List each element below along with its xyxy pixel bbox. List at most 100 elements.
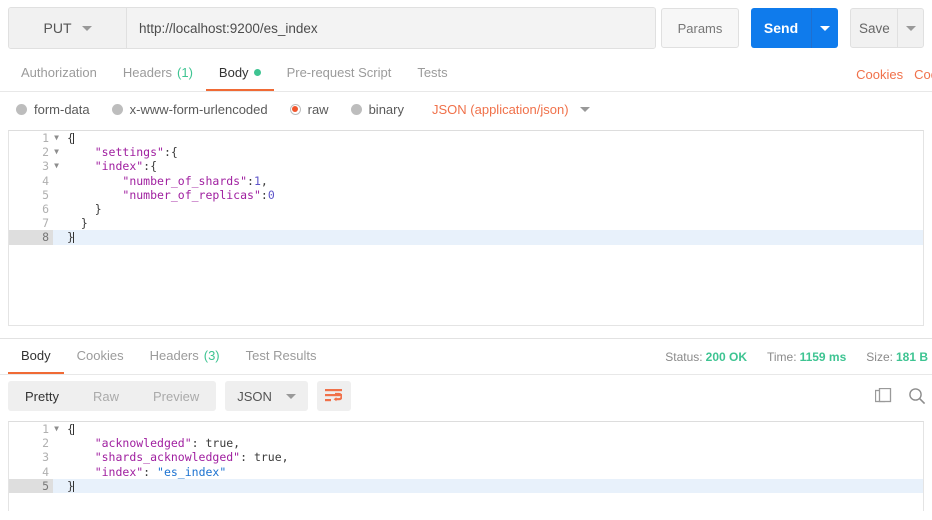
content-type-label: JSON (application/json) — [432, 101, 569, 117]
params-label: Params — [677, 20, 723, 36]
size-meta: Size: 181 B — [866, 350, 928, 364]
http-method-select[interactable]: PUT — [9, 8, 127, 48]
copy-button[interactable] — [875, 387, 892, 405]
code-line: 1 ▼ { — [9, 422, 923, 437]
code-line: 2 "acknowledged": true, — [9, 436, 923, 451]
save-button[interactable]: Save — [851, 9, 897, 47]
view-mode-pretty[interactable]: Pretty — [8, 381, 76, 411]
response-tab-body[interactable]: Body — [8, 339, 64, 374]
request-tabs-actions: Cookies Cod — [856, 67, 932, 82]
body-type-binary[interactable]: binary — [350, 102, 404, 117]
tab-label: Authorization — [21, 65, 97, 80]
time-value: 1159 ms — [799, 350, 847, 364]
code-line: 2 ▼ "settings":{ — [9, 145, 923, 160]
copy-icon — [875, 387, 892, 402]
code-line: 8} — [9, 230, 923, 245]
radio-icon — [111, 103, 123, 115]
tab-label: Body — [218, 65, 249, 80]
http-method-label: PUT — [43, 20, 72, 36]
code-line: 6 } — [9, 201, 923, 217]
send-options-button[interactable] — [811, 8, 838, 48]
tab-count-badge: (3) — [203, 348, 220, 363]
send-label: Send — [763, 20, 799, 36]
code-line-text: "shards_acknowledged": true, — [94, 450, 289, 465]
save-options-button[interactable] — [897, 9, 923, 47]
status-label: Status: — [665, 350, 703, 364]
response-format-select[interactable]: JSON — [225, 381, 308, 411]
code-line: 4 "index": "es_index" — [9, 464, 923, 479]
tab-label: Headers — [122, 65, 173, 80]
tab-count-badge: (1) — [177, 65, 193, 80]
text-cursor — [72, 424, 74, 435]
fold-arrow-icon[interactable]: ▼ — [52, 145, 61, 159]
tab-label: Pre-request Script — [286, 65, 392, 80]
line-number: 1 ▼ — [9, 131, 59, 146]
params-button[interactable]: Params — [661, 8, 739, 48]
request-tabs: Authorization Headers (1) Body Pre-reque… — [0, 56, 932, 92]
line-number: 2 — [9, 436, 53, 451]
tab-label: Test Results — [245, 348, 317, 363]
status-value: 200 OK — [705, 350, 747, 364]
tab-headers[interactable]: Headers (1) — [110, 56, 206, 91]
view-mode-raw[interactable]: Raw — [76, 381, 136, 411]
tab-tests[interactable]: Tests — [404, 56, 460, 91]
chevron-down-icon — [905, 25, 916, 31]
request-url-bar: PUT http://localhost:9200/es_index Param… — [0, 0, 932, 56]
code-line: 7 } — [9, 216, 923, 231]
fold-arrow-icon[interactable]: ▼ — [52, 159, 61, 173]
code-line: 3 "shards_acknowledged": true, — [9, 450, 923, 465]
view-mode-preview[interactable]: Preview — [136, 381, 216, 411]
method-url-group: PUT http://localhost:9200/es_index — [8, 7, 656, 49]
tab-body[interactable]: Body — [205, 56, 274, 91]
code-line-text: "number_of_replicas":0 — [122, 187, 275, 202]
line-number: 3 ▼ — [9, 159, 59, 174]
tab-label: Body — [21, 348, 51, 363]
request-url-value: http://localhost:9200/es_index — [139, 20, 318, 36]
time-label: Time: — [767, 350, 797, 364]
chevron-down-icon — [285, 393, 296, 399]
content-type-select[interactable]: JSON (application/json) — [432, 102, 590, 117]
response-tab-test-results[interactable]: Test Results — [233, 339, 330, 374]
body-type-urlencoded[interactable]: x-www-form-urlencoded — [111, 101, 268, 117]
body-type-form-data[interactable]: form-data — [16, 102, 90, 117]
request-body-editor[interactable]: 1 ▼{2 ▼ "settings":{3 ▼ "index":{4 "number_… — [8, 130, 924, 326]
response-toolbar: Pretty Raw Preview JSON — [0, 375, 932, 417]
response-tab-headers[interactable]: Headers (3) — [137, 339, 233, 374]
code-line-text: } — [67, 201, 102, 216]
code-line-text: "number_of_shards":1, — [122, 173, 268, 188]
response-body-editor[interactable]: 1 ▼{2 "acknowledged": true, 3 "shards_ackn… — [8, 421, 924, 511]
cookies-link[interactable]: Cookies — [856, 67, 903, 82]
line-number: 6 — [9, 201, 53, 217]
fold-arrow-icon[interactable]: ▼ — [52, 131, 61, 145]
tab-label: Cookies — [76, 348, 124, 363]
tab-label: Headers — [149, 348, 199, 363]
body-type-label: form-data — [34, 101, 90, 117]
code-line-text: "settings":{ — [94, 145, 178, 160]
response-tab-cookies[interactable]: Cookies — [64, 339, 137, 374]
radio-icon — [350, 103, 362, 115]
response-view-mode-group: Pretty Raw Preview — [8, 381, 217, 411]
tab-pre-request-script[interactable]: Pre-request Script — [274, 56, 405, 91]
line-number: 3 — [9, 450, 53, 465]
body-type-label: x-www-form-urlencoded — [129, 101, 268, 117]
line-number: 8 — [9, 230, 53, 245]
word-wrap-button[interactable] — [316, 381, 351, 411]
code-line-text: { — [67, 131, 74, 145]
body-type-label: raw — [307, 101, 329, 117]
code-line: 1 ▼ { — [9, 131, 923, 146]
text-cursor — [72, 133, 74, 144]
fold-arrow-icon[interactable]: ▼ — [52, 422, 61, 436]
line-number: 5 — [9, 478, 53, 493]
chevron-down-icon — [81, 25, 92, 31]
body-type-raw[interactable]: raw — [289, 101, 329, 117]
search-button[interactable] — [908, 387, 926, 405]
chevron-down-icon — [579, 106, 590, 112]
body-present-dot-icon — [253, 69, 261, 76]
code-line-text: "index":{ — [94, 159, 158, 174]
request-url-input[interactable]: http://localhost:9200/es_index — [127, 8, 655, 48]
response-meta: Status: 200 OK Time: 1159 ms Size: 181 B — [665, 350, 928, 364]
code-link[interactable]: Cod — [914, 67, 932, 82]
tab-authorization[interactable]: Authorization — [8, 56, 110, 91]
code-line-text: } — [67, 216, 88, 231]
send-button[interactable]: Send — [751, 8, 811, 48]
